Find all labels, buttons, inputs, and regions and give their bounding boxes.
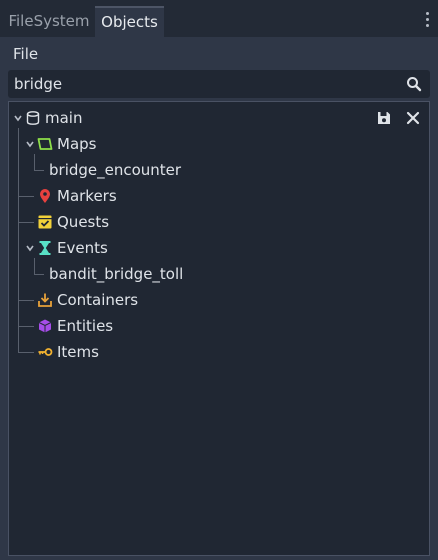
quest-icon	[38, 215, 52, 229]
tree-item-markers[interactable]: Markers	[9, 183, 429, 209]
tab-bar: FileSystem Objects	[0, 0, 438, 37]
more-options-icon[interactable]	[426, 12, 430, 30]
container-icon	[38, 293, 52, 307]
object-tree[interactable]: main Maps bridge_encounter Markers Quest…	[8, 101, 430, 556]
chevron-down-icon[interactable]	[13, 113, 23, 123]
objects-panel: File bridge main Maps bridge_encounter M…	[0, 37, 438, 560]
tab-filesystem[interactable]: FileSystem	[5, 6, 93, 37]
marker-icon	[40, 189, 50, 203]
tree-item-quests[interactable]: Quests	[9, 209, 429, 235]
tree-item-label: bridge_encounter	[49, 161, 182, 179]
search-input[interactable]: bridge	[8, 70, 430, 98]
chevron-down-icon[interactable]	[25, 243, 35, 253]
tree-item-label: Events	[57, 239, 108, 257]
tree-item-label: Quests	[57, 213, 110, 231]
key-icon	[38, 348, 53, 356]
tree-item-label: Markers	[57, 187, 117, 205]
tree-item-bandit-bridge-toll[interactable]: bandit_bridge_toll	[9, 261, 429, 287]
tree-item-containers[interactable]: Containers	[9, 287, 429, 313]
tree-item-events[interactable]: Events	[9, 235, 429, 261]
hourglass-icon	[39, 241, 51, 255]
database-icon	[26, 111, 40, 125]
save-icon[interactable]	[376, 110, 392, 126]
tree-item-maps[interactable]: Maps	[9, 131, 429, 157]
tree-root-label: main	[45, 109, 83, 127]
tree-item-bridge-encounter[interactable]: bridge_encounter	[9, 157, 429, 183]
tree-item-items[interactable]: Items	[9, 339, 429, 365]
close-icon[interactable]	[405, 110, 421, 126]
tree-item-label: Entities	[57, 317, 114, 335]
file-menu[interactable]: File	[13, 45, 38, 63]
tree-item-label: Containers	[57, 291, 139, 309]
tree-item-label: bandit_bridge_toll	[49, 265, 184, 283]
cube-icon	[38, 319, 52, 333]
tree-item-label: Maps	[57, 135, 97, 153]
tree-item-label: Items	[57, 343, 99, 361]
map-icon	[37, 138, 53, 150]
tab-objects[interactable]: Objects	[95, 6, 164, 37]
tree-root-main[interactable]: main	[9, 105, 429, 131]
search-value[interactable]: bridge	[14, 70, 62, 98]
chevron-down-icon[interactable]	[25, 139, 35, 149]
tree-item-entities[interactable]: Entities	[9, 313, 429, 339]
search-icon[interactable]	[406, 76, 422, 92]
